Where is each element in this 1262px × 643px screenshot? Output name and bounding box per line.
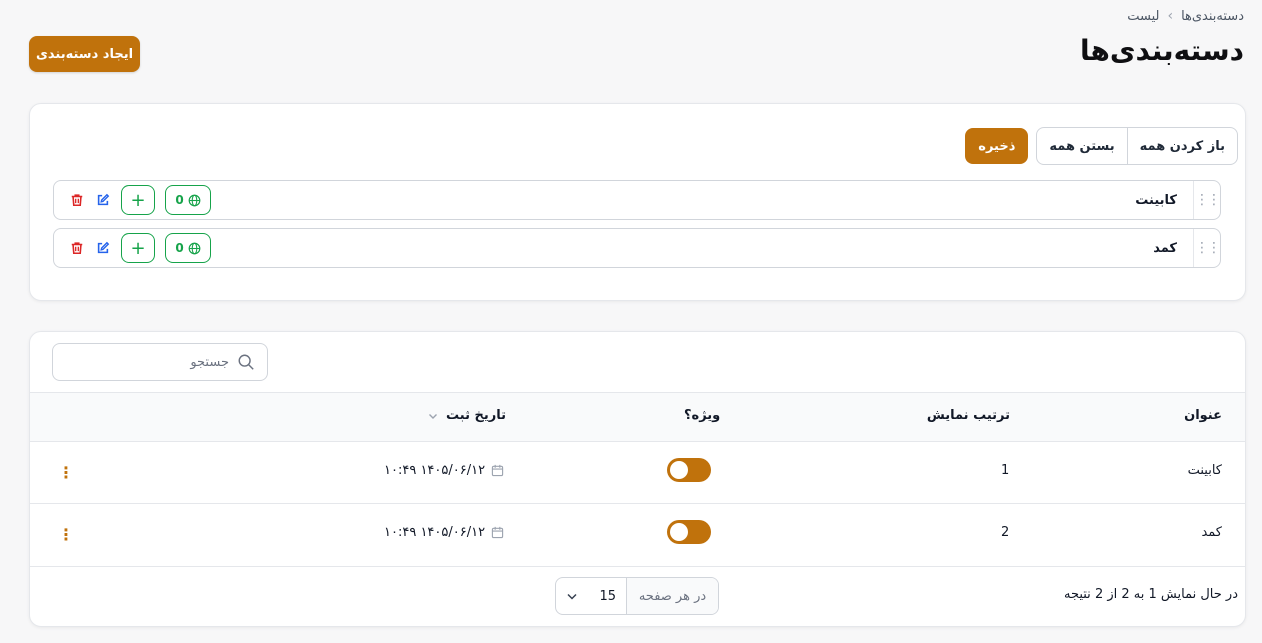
per-page-value-select[interactable]: 15 xyxy=(556,578,626,614)
column-header-created-label: تاریخ ثبت xyxy=(446,408,506,423)
delete-icon[interactable] xyxy=(69,192,85,208)
item-count: 0 xyxy=(175,241,184,255)
expand-collapse-group: باز کردن همه بستن همه xyxy=(1036,127,1238,165)
row-actions-kebab-icon[interactable]: ⋮ xyxy=(58,527,74,543)
chevron-down-icon xyxy=(567,593,577,600)
edit-icon[interactable] xyxy=(95,240,111,256)
tree-toolbar: باز کردن همه بستن همه ذخیره xyxy=(965,127,1238,165)
tree-item-label: کمد xyxy=(1153,240,1177,256)
featured-toggle[interactable] xyxy=(667,458,711,482)
save-button[interactable]: ذخیره xyxy=(965,128,1029,164)
expand-all-button[interactable]: باز کردن همه xyxy=(1128,128,1237,164)
tree-item: ⋮⋮ کمد + 0 xyxy=(53,228,1221,268)
plus-icon: + xyxy=(130,189,146,211)
chevron-left-icon: › xyxy=(1167,8,1174,24)
cell-order: 1 xyxy=(1001,463,1010,478)
cell-title: کمد xyxy=(1201,525,1222,540)
divider xyxy=(30,441,1245,442)
products-count-badge[interactable]: 0 xyxy=(165,185,211,215)
column-header-order[interactable]: ترتیب نمایش xyxy=(927,408,1010,423)
tree-item-actions: + 0 xyxy=(69,233,211,263)
search-icon xyxy=(238,354,254,370)
cell-created: ۱۴۰۵/۰۶/۱۲ ۱۰:۴۹ xyxy=(384,525,504,540)
plus-icon: + xyxy=(130,237,146,259)
divider xyxy=(30,566,1245,567)
calendar-icon xyxy=(491,526,504,539)
page-title: دسته‌بندی‌ها xyxy=(1079,34,1244,67)
cell-title: کابینت xyxy=(1187,463,1222,478)
search-input[interactable]: جستجو xyxy=(52,343,268,381)
featured-toggle[interactable] xyxy=(667,520,711,544)
globe-icon xyxy=(188,194,201,206)
column-header-created[interactable]: تاریخ ثبت xyxy=(428,408,506,423)
divider xyxy=(30,503,1245,504)
create-category-button[interactable]: ایجاد دسته‌بندی xyxy=(29,36,140,72)
pagination-summary: در حال نمایش 1 به 2 از 2 نتیجه xyxy=(1063,587,1238,602)
per-page-select[interactable]: در هر صفحه 15 xyxy=(555,577,719,615)
cell-order: 2 xyxy=(1001,525,1010,540)
tree-item-label: کابینت xyxy=(1135,192,1177,208)
per-page-label: در هر صفحه xyxy=(626,578,718,614)
created-date: ۱۴۰۵/۰۶/۱۲ ۱۰:۴۹ xyxy=(384,525,486,540)
cell-created: ۱۴۰۵/۰۶/۱۲ ۱۰:۴۹ xyxy=(384,463,504,478)
breadcrumb: دسته‌بندی‌ها › لیست xyxy=(1127,8,1244,24)
table-header xyxy=(30,393,1245,441)
item-count: 0 xyxy=(175,193,184,207)
column-header-title[interactable]: عنوان xyxy=(1184,408,1222,423)
delete-icon[interactable] xyxy=(69,240,85,256)
chevron-down-icon xyxy=(429,413,437,419)
edit-icon[interactable] xyxy=(95,192,111,208)
products-count-badge[interactable]: 0 xyxy=(165,233,211,263)
search-placeholder: جستجو xyxy=(190,354,229,370)
add-child-button[interactable]: + xyxy=(121,233,155,263)
column-header-featured[interactable]: ویژه؟ xyxy=(684,408,720,423)
calendar-icon xyxy=(491,464,504,477)
add-child-button[interactable]: + xyxy=(121,185,155,215)
globe-icon xyxy=(188,242,201,254)
tree-item: ⋮⋮ کابینت + 0 xyxy=(53,180,1221,220)
breadcrumb-current: لیست xyxy=(1127,8,1160,24)
breadcrumb-parent[interactable]: دسته‌بندی‌ها xyxy=(1181,9,1244,24)
collapse-all-button[interactable]: بستن همه xyxy=(1037,128,1128,164)
tree-item-actions: + 0 xyxy=(69,185,211,215)
row-actions-kebab-icon[interactable]: ⋮ xyxy=(58,465,74,481)
drag-handle-icon[interactable]: ⋮⋮ xyxy=(1193,181,1221,219)
created-date: ۱۴۰۵/۰۶/۱۲ ۱۰:۴۹ xyxy=(384,463,486,478)
per-page-value: 15 xyxy=(599,588,616,604)
drag-handle-icon[interactable]: ⋮⋮ xyxy=(1193,229,1221,267)
